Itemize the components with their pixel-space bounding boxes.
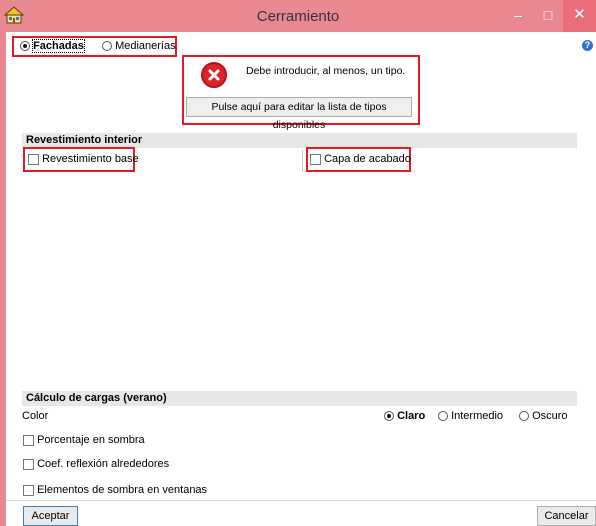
radio-fachadas-dot[interactable]: [20, 41, 30, 52]
radio-intermedio-dot[interactable]: [438, 411, 448, 422]
radio-claro[interactable]: Claro: [384, 410, 425, 422]
elementos-option[interactable]: Elementos de sombra en ventanas: [23, 484, 207, 496]
sombra-label: Porcentaje en sombra: [37, 434, 145, 447]
radio-claro-dot[interactable]: [384, 411, 394, 422]
color-label: Color: [22, 410, 49, 422]
radio-medianerias-label: Medianerías: [115, 40, 176, 53]
radio-intermedio-label: Intermedio: [451, 410, 504, 423]
edit-types-button[interactable]: Pulse aquí para editar la lista de tipos…: [186, 97, 412, 131]
revestimiento-base-option[interactable]: Revestimiento base: [28, 153, 139, 165]
capa-acabado-checkbox[interactable]: [310, 153, 321, 165]
cargas-section-header: Cálculo de cargas (verano): [22, 391, 577, 406]
cancel-button[interactable]: Cancelar: [537, 506, 596, 526]
revestimiento-base-checkbox[interactable]: [28, 153, 39, 165]
radio-medianerias[interactable]: Medianerías: [102, 40, 176, 52]
maximize-button[interactable]: □: [533, 0, 563, 32]
accept-button[interactable]: Aceptar: [23, 506, 78, 526]
coef-checkbox[interactable]: [23, 458, 34, 470]
radio-oscuro-dot[interactable]: [519, 411, 529, 422]
footer-divider: [6, 500, 596, 501]
sombra-checkbox[interactable]: [23, 434, 34, 446]
column-divider: [302, 150, 303, 172]
error-icon: [201, 62, 227, 88]
coef-label: Coef. reflexión alrededores: [37, 458, 170, 471]
coef-option[interactable]: Coef. reflexión alrededores: [23, 458, 169, 470]
radio-intermedio[interactable]: Intermedio: [438, 410, 503, 422]
radio-claro-label: Claro: [397, 410, 426, 423]
revestimiento-base-label: Revestimiento base: [42, 153, 139, 166]
close-button[interactable]: ✕: [563, 0, 596, 32]
capa-acabado-option[interactable]: Capa de acabado: [310, 153, 411, 165]
radio-fachadas-label: Fachadas: [32, 39, 85, 54]
radio-oscuro-label: Oscuro: [532, 410, 568, 423]
error-message: Debe introducir, al menos, un tipo.: [246, 65, 406, 77]
radio-oscuro[interactable]: Oscuro: [519, 410, 568, 422]
capa-acabado-label: Capa de acabado: [324, 153, 411, 166]
title-bar: Cerramiento – □ ✕: [0, 0, 596, 32]
radio-medianerias-dot[interactable]: [102, 41, 112, 52]
revestimiento-section-header: Revestimiento interior: [22, 133, 577, 148]
sombra-option[interactable]: Porcentaje en sombra: [23, 434, 145, 446]
help-icon[interactable]: ?: [582, 40, 593, 51]
elementos-checkbox[interactable]: [23, 484, 34, 496]
minimize-button[interactable]: –: [503, 0, 533, 32]
radio-fachadas[interactable]: Fachadas: [20, 39, 85, 54]
elementos-label: Elementos de sombra en ventanas: [37, 484, 208, 497]
